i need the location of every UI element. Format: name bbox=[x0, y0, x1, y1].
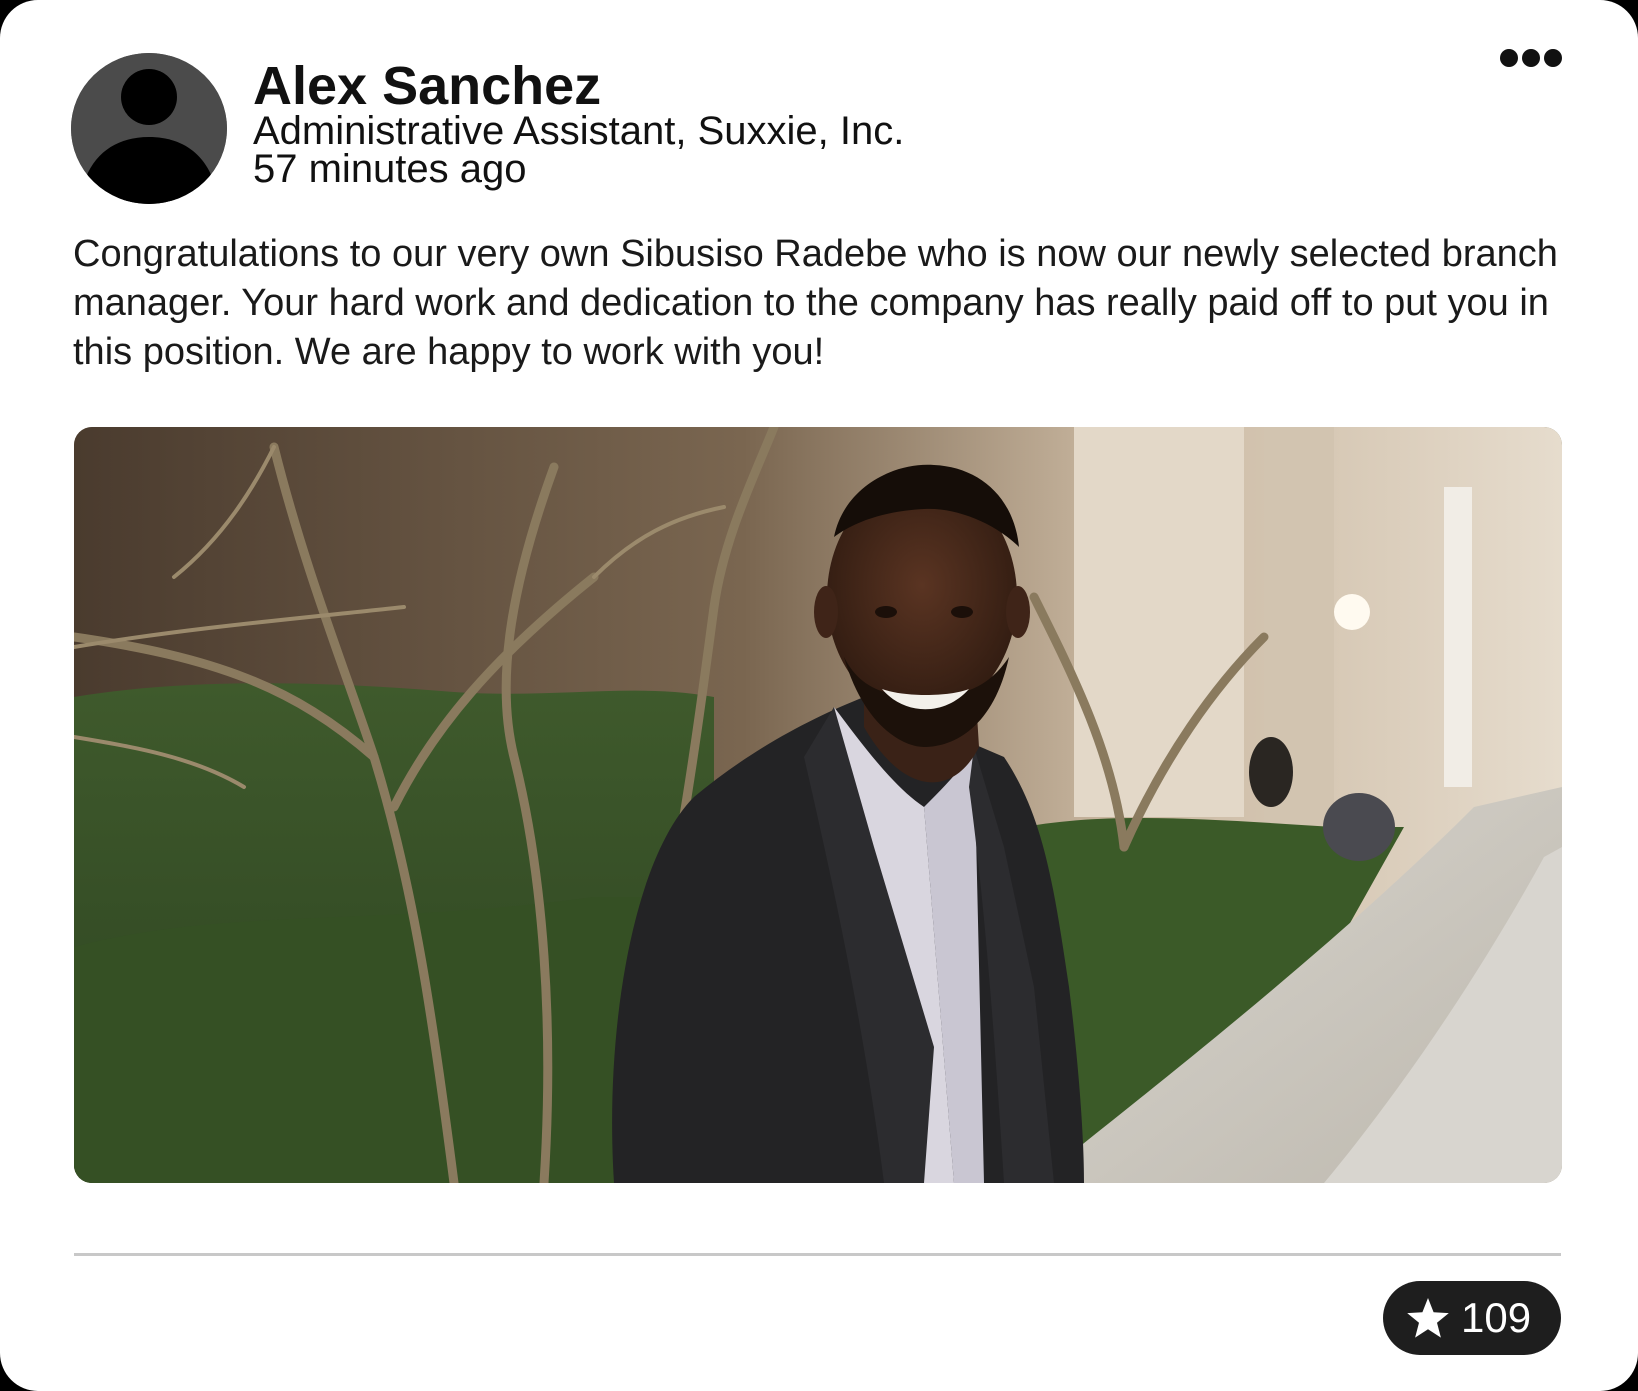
post-image[interactable] bbox=[74, 427, 1562, 1183]
more-options-button[interactable] bbox=[1496, 40, 1566, 76]
post-body-text: Congratulations to our very own Sibusiso… bbox=[73, 233, 1558, 373]
star-count: 109 bbox=[1461, 1294, 1532, 1341]
star-icon bbox=[1405, 1295, 1451, 1341]
author-avatar[interactable] bbox=[71, 53, 227, 204]
photo-smiling-man-in-suit-outdoors bbox=[74, 427, 1562, 1183]
more-horizontal-icon bbox=[1500, 49, 1562, 67]
post-card: Alex Sanchez Administrative Assistant, S… bbox=[0, 0, 1638, 1391]
divider bbox=[74, 1253, 1561, 1256]
post-timestamp: 57 minutes ago bbox=[253, 147, 527, 191]
person-silhouette-icon bbox=[71, 53, 227, 204]
star-reaction-button[interactable]: 109 bbox=[1383, 1281, 1561, 1355]
